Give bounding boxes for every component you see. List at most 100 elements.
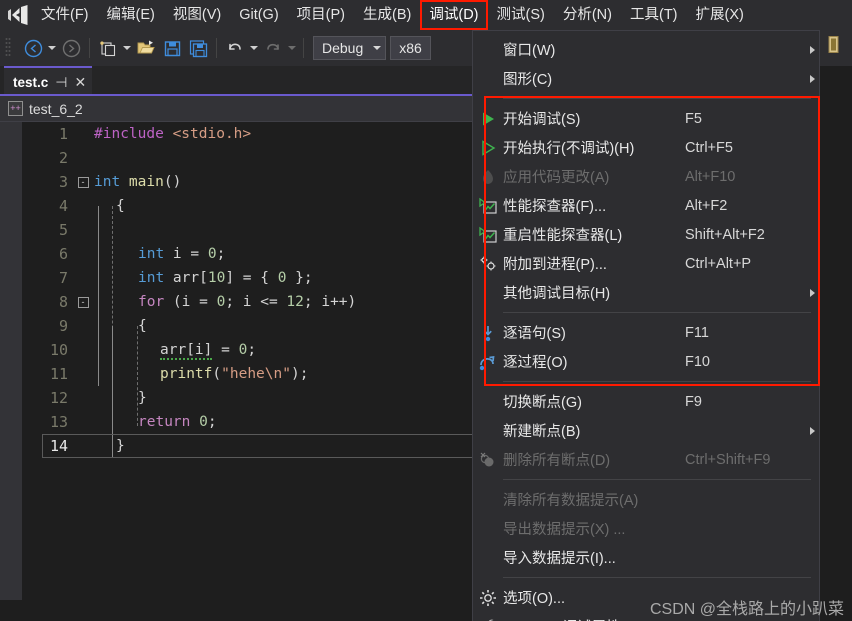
solution-platform-label: x86 — [399, 40, 422, 56]
solution-configuration-combo[interactable]: Debug — [313, 36, 387, 60]
toolbar-separator-2 — [216, 38, 217, 58]
code-token: return — [138, 414, 200, 430]
new-item-icon[interactable] — [95, 35, 121, 61]
close-icon[interactable]: ✕ — [74, 74, 86, 91]
menu-item[interactable]: 窗口(W) — [473, 35, 819, 64]
menubar-item-1[interactable]: 编辑(E) — [98, 0, 164, 30]
tab-test-c[interactable]: test.c ⊣ ✕ — [4, 66, 93, 96]
document-outline-icon[interactable] — [826, 35, 842, 60]
menu-item[interactable]: 图形(C) — [473, 64, 819, 93]
undo-icon[interactable] — [222, 35, 248, 61]
forward-arrow-icon[interactable] — [58, 35, 84, 61]
back-dropdown-caret[interactable] — [46, 35, 58, 61]
submenu-arrow-icon — [805, 74, 819, 83]
toolbar-grip[interactable] — [5, 37, 17, 59]
debug-menu-dropdown[interactable]: 窗口(W) 图形(C) 开始调试(S) F5 开始执行(不调试)(H) Ctrl+F5 应用… — [472, 30, 820, 621]
menubar-item-6[interactable]: 调试(D) — [420, 0, 488, 30]
code-line[interactable]: 5 — [32, 218, 480, 242]
code-text: { — [94, 318, 147, 334]
open-file-icon[interactable] — [133, 35, 159, 61]
menu-item[interactable]: 逐过程(O) F10 — [473, 347, 819, 376]
code-line[interactable]: 6 int i = 0; — [32, 242, 480, 266]
line-number: 13 — [49, 413, 68, 431]
menubar-item-10[interactable]: 扩展(X) — [687, 0, 753, 30]
menu-item[interactable]: 其他调试目标(H) — [473, 278, 819, 307]
code-line[interactable]: 4{ — [32, 194, 480, 218]
menu-item[interactable]: 附加到进程(P)... Ctrl+Alt+P — [473, 249, 819, 278]
code-token: #include — [94, 126, 173, 142]
menubar-item-9[interactable]: 工具(T) — [621, 0, 687, 30]
menu-item-label: 窗口(W) — [503, 43, 556, 59]
code-line[interactable]: 8- for (i = 0; i <= 12; i++) — [32, 290, 480, 314]
menu-item[interactable]: 开始执行(不调试)(H) Ctrl+F5 — [473, 133, 819, 162]
submenu-arrow-icon — [805, 288, 819, 297]
code-line[interactable]: 11 printf("hehe\n"); — [32, 362, 480, 386]
performance-profiler-icon — [475, 191, 501, 220]
pin-icon[interactable]: ⊣ — [55, 74, 67, 91]
menu-item[interactable]: 新建断点(B) — [473, 416, 819, 445]
code-text: printf("hehe\n"); — [94, 366, 308, 382]
code-lines[interactable]: 1 #include <stdio.h> 2 3- int main() 4{5 6 int … — [32, 122, 480, 621]
menu-item[interactable]: 开始调试(S) F5 — [473, 104, 819, 133]
collapse-fold-icon[interactable]: - — [77, 296, 89, 308]
menu-bar: 文件(F) 编辑(E) 视图(V) Git(G) 项目(P) 生成(B) 调试(D) 测试(S… — [0, 0, 852, 30]
new-item-dropdown-caret[interactable] — [121, 35, 133, 61]
breadcrumb: ++ test_6_2 — [0, 96, 480, 122]
submenu-arrow-icon — [805, 45, 819, 54]
menubar-item-8[interactable]: 分析(N) — [554, 0, 621, 30]
save-icon[interactable] — [159, 35, 185, 61]
code-token: [ — [199, 270, 208, 286]
menubar-item-2[interactable]: 视图(V) — [164, 0, 230, 30]
breadcrumb-project-label[interactable]: test_6_2 — [29, 101, 83, 117]
fold-margin-cell[interactable]: - — [72, 296, 94, 308]
redo-dropdown-caret[interactable] — [286, 35, 298, 61]
code-token: ; — [216, 246, 226, 262]
undo-dropdown-caret[interactable] — [248, 35, 260, 61]
solution-platform-combo[interactable]: x86 — [390, 36, 431, 60]
code-line[interactable]: 12} — [32, 386, 480, 410]
code-token: ] = { — [225, 270, 278, 286]
menu-item[interactable]: 性能探查器(F)... Alt+F2 — [473, 191, 819, 220]
code-text: int arr[10] = { 0 }; — [94, 270, 313, 286]
menu-item: 删除所有断点(D) Ctrl+Shift+F9 — [473, 445, 819, 474]
menu-item[interactable]: 逐语句(S) F11 — [473, 318, 819, 347]
menu-item-no-icon — [475, 387, 501, 416]
menubar-item-7[interactable]: 测试(S) — [488, 0, 554, 30]
code-line[interactable]: 13 return 0; — [32, 410, 480, 434]
code-line[interactable]: 3- int main() — [32, 170, 480, 194]
menubar-item-4[interactable]: 项目(P) — [288, 0, 354, 30]
redo-icon[interactable] — [260, 35, 286, 61]
menu-item-no-icon — [475, 485, 501, 514]
collapse-fold-icon[interactable]: - — [77, 176, 89, 188]
save-all-icon[interactable] — [185, 35, 211, 61]
menu-item-no-icon — [475, 35, 501, 64]
breakpoint-margin[interactable] — [0, 122, 22, 621]
block-guide-for — [112, 326, 113, 458]
code-line[interactable]: 10 arr[i] = 0; — [32, 338, 480, 362]
menubar-item-0[interactable]: 文件(F) — [32, 0, 98, 30]
menu-item-label: 开始调试(S) — [503, 112, 581, 128]
menu-item-no-icon — [475, 416, 501, 445]
code-token: 12 — [286, 294, 304, 310]
menu-item[interactable]: 重启性能探查器(L) Shift+Alt+F2 — [473, 220, 819, 249]
menu-item-shortcut: Ctrl+Shift+F9 — [685, 451, 771, 468]
code-token: printf — [160, 366, 213, 382]
code-line[interactable]: 1 #include <stdio.h> — [32, 122, 480, 146]
code-line[interactable]: 9{ — [32, 314, 480, 338]
code-line[interactable]: 14} — [32, 434, 480, 458]
line-number: 3 — [58, 173, 68, 191]
back-arrow-icon[interactable] — [20, 35, 46, 61]
line-number: 1 — [58, 125, 68, 143]
menu-item-label: 导入数据提示(I)... — [503, 551, 616, 567]
menu-item[interactable]: 切换断点(G) F9 — [473, 387, 819, 416]
code-line[interactable]: 2 — [32, 146, 480, 170]
menu-item-shortcut: F11 — [685, 324, 709, 341]
code-line[interactable]: 7 int arr[10] = { 0 }; — [32, 266, 480, 290]
fold-margin-cell[interactable]: - — [72, 176, 94, 188]
menu-item[interactable]: 导入数据提示(I)... — [473, 543, 819, 572]
menubar-item-3[interactable]: Git(G) — [230, 0, 287, 30]
code-text: arr[i] = 0; — [94, 342, 256, 360]
code-token: } — [116, 438, 125, 454]
code-editor[interactable]: 1 #include <stdio.h> 2 3- int main() 4{5 6 int … — [0, 122, 480, 621]
menubar-item-5[interactable]: 生成(B) — [354, 0, 420, 30]
